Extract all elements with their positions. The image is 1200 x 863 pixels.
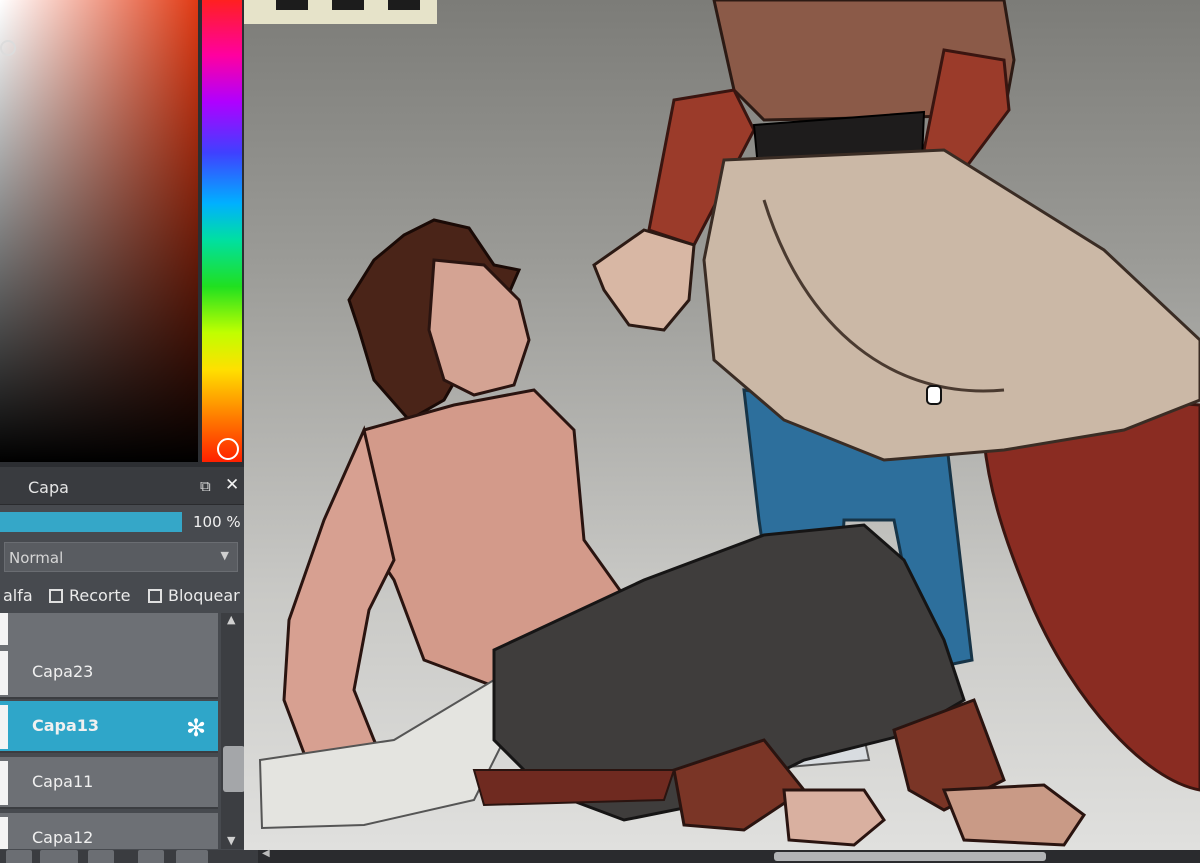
- floor-strip: [472, 769, 676, 807]
- layer-list: Capa23 Capa13 ✻ Capa11 Capa12: [0, 613, 222, 849]
- layer-panel: Capa ⧉ ✕ 100 % Normal ▼ alfa Recorte Blo…: [0, 470, 258, 863]
- layer-thumbnail: [0, 761, 8, 805]
- layer-toolbar: [0, 850, 258, 863]
- saturation-value-square[interactable]: [0, 0, 198, 462]
- horizontal-scroll-thumb[interactable]: [774, 852, 1046, 861]
- scroll-down-arrow-icon[interactable]: ▼: [227, 834, 235, 847]
- scroll-thumb[interactable]: [223, 746, 245, 792]
- scroll-up-arrow-icon[interactable]: ▲: [227, 613, 235, 626]
- chevron-down-icon: ▼: [220, 549, 229, 562]
- layer-name: Capa13: [32, 716, 100, 735]
- layer-row[interactable]: Capa23: [0, 647, 218, 699]
- lock-label: Bloquear: [168, 586, 240, 605]
- foot: [782, 788, 886, 847]
- clipping-option[interactable]: Recorte: [49, 586, 131, 605]
- left-panel: Capa ⧉ ✕ 100 % Normal ▼ alfa Recorte Blo…: [0, 0, 258, 863]
- cape: [982, 402, 1200, 792]
- layer-name: Capa23: [32, 662, 94, 681]
- opacity-fill: [0, 512, 182, 532]
- canvas-horizontal-scrollbar[interactable]: ◀: [258, 848, 1200, 863]
- layer-thumbnail: [0, 651, 8, 695]
- lock-option[interactable]: Bloquear: [148, 586, 240, 605]
- layer-row[interactable]: [0, 613, 218, 649]
- merge-layer-icon[interactable]: [176, 850, 208, 863]
- scroll-left-arrow-icon[interactable]: ◀: [262, 848, 270, 859]
- new-layer-icon[interactable]: [6, 850, 32, 863]
- popout-icon[interactable]: ⧉: [200, 477, 218, 495]
- hue-slider[interactable]: [202, 0, 242, 462]
- clipping-checkbox[interactable]: [49, 589, 63, 603]
- layer-name: Capa11: [32, 772, 94, 791]
- hue-cursor[interactable]: [217, 438, 239, 460]
- opacity-slider[interactable]: [0, 512, 182, 532]
- foot-right: [941, 783, 1087, 847]
- layer-panel-header: Capa ⧉ ✕: [0, 470, 250, 505]
- protect-alpha-label: alfa: [3, 586, 33, 605]
- close-icon[interactable]: ✕: [225, 476, 243, 494]
- layer-row[interactable]: Capa12: [0, 813, 218, 849]
- clipping-label: Recorte: [69, 586, 131, 605]
- new-layer-menu-icon[interactable]: [40, 850, 78, 863]
- layer-thumbnail: [0, 705, 8, 749]
- gear-icon[interactable]: ✻: [186, 715, 212, 741]
- color-cursor[interactable]: [0, 40, 16, 56]
- layer-row-selected[interactable]: Capa13 ✻: [0, 701, 218, 753]
- opacity-value: 100 %: [193, 513, 241, 531]
- layer-row[interactable]: Capa11: [0, 757, 218, 809]
- layer-thumbnail: [0, 817, 8, 849]
- layer-thumbnail: [0, 613, 8, 645]
- artwork: [258, 0, 1200, 847]
- layer-panel-title: Capa: [28, 478, 69, 497]
- blend-mode-select[interactable]: Normal ▼: [4, 542, 238, 572]
- hand: [592, 228, 696, 332]
- duplicate-layer-icon[interactable]: [138, 850, 164, 863]
- lock-checkbox[interactable]: [148, 589, 162, 603]
- blend-mode-value: Normal: [9, 549, 64, 567]
- folder-icon[interactable]: [88, 850, 114, 863]
- skirt: [702, 148, 1200, 462]
- protect-alpha-option[interactable]: alfa: [3, 586, 33, 605]
- pen-cursor-icon: [926, 385, 942, 405]
- layer-name: Capa12: [32, 828, 94, 847]
- color-picker: [0, 0, 245, 467]
- drawing-canvas[interactable]: [244, 0, 1200, 850]
